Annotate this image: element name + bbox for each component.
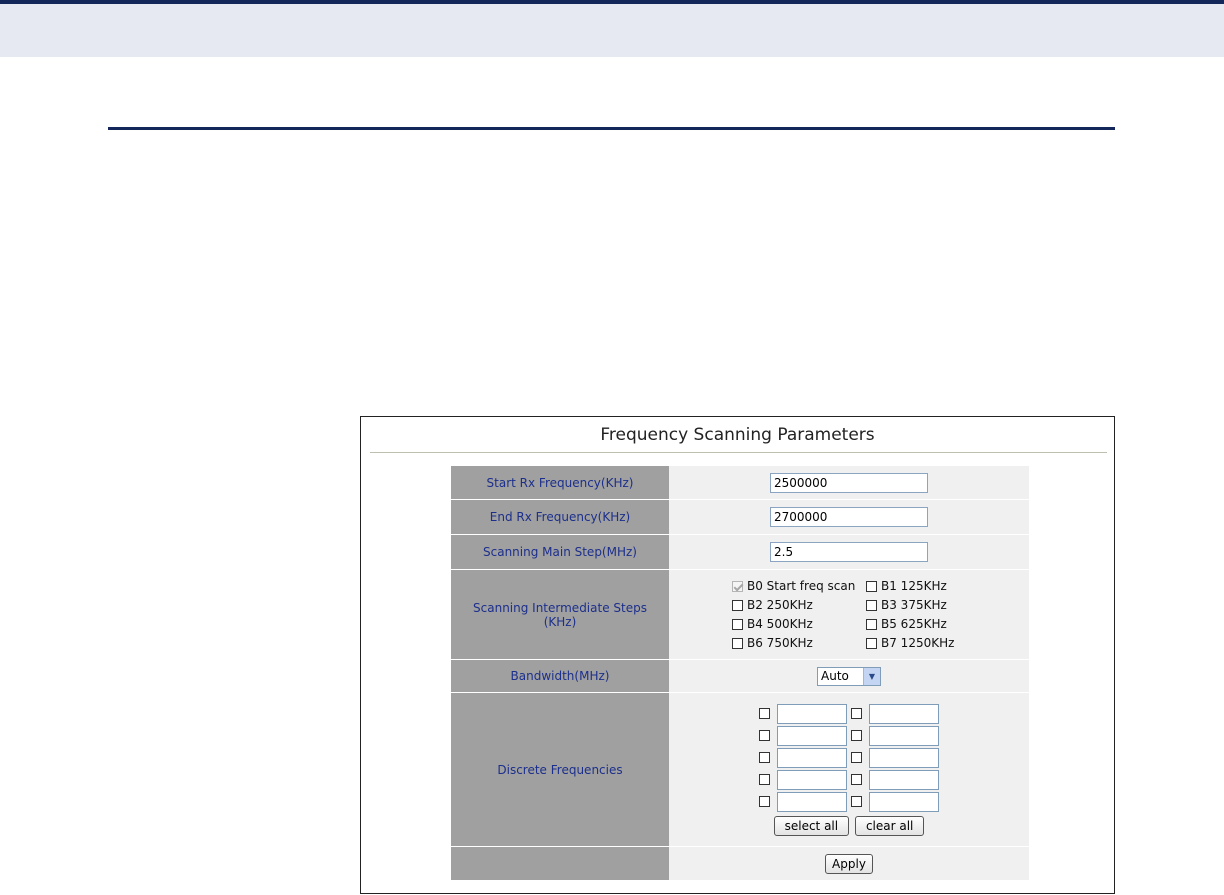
discrete-input-3[interactable] [777, 725, 847, 746]
discrete-input-9[interactable] [777, 791, 847, 812]
discrete-entry-10 [851, 791, 939, 812]
discrete-checkbox-2[interactable] [851, 708, 862, 719]
checkbox-b0[interactable]: B0 Start freq scan [732, 579, 866, 593]
bandwidth-selected-value: Auto [821, 669, 849, 683]
checkbox-b3-box[interactable] [866, 599, 877, 611]
discrete-checkbox-4[interactable] [851, 730, 862, 741]
discrete-checkbox-10[interactable] [851, 796, 862, 807]
main-step-row: Scanning Main Step(MHz) [451, 535, 1029, 569]
checkbox-b3[interactable]: B3 375KHz [866, 598, 966, 612]
discrete-input-7[interactable] [777, 769, 847, 790]
apply-button[interactable]: Apply [825, 853, 873, 874]
discrete-entry-6 [851, 747, 939, 768]
intermediate-steps-row: Scanning Intermediate Steps (KHz) B0 Sta… [451, 570, 1029, 659]
checkbox-b2-box[interactable] [732, 599, 743, 611]
discrete-entry-9 [759, 791, 847, 812]
discrete-entry-3 [759, 725, 847, 746]
discrete-frequencies-row: Discrete Frequencies select all clear al… [451, 693, 1029, 846]
checkbox-b7[interactable]: B7 1250KHz [866, 636, 966, 650]
checkbox-b2[interactable]: B2 250KHz [732, 598, 866, 612]
apply-row-label [451, 847, 669, 880]
start-rx-input[interactable] [770, 472, 928, 493]
discrete-checkbox-9[interactable] [759, 796, 770, 807]
top-header-band [0, 0, 1224, 57]
checkbox-b5-box[interactable] [866, 618, 877, 630]
checkbox-b6-box[interactable] [732, 637, 743, 649]
bandwidth-label: Bandwidth(MHz) [451, 660, 669, 692]
checkbox-b6[interactable]: B6 750KHz [732, 636, 866, 650]
discrete-entry-2 [851, 703, 939, 724]
section-divider [108, 127, 1115, 130]
select-all-button[interactable]: select all [773, 815, 850, 836]
checkbox-b1-box[interactable] [866, 580, 877, 592]
discrete-input-5[interactable] [777, 747, 847, 768]
discrete-checkbox-8[interactable] [851, 774, 862, 785]
start-rx-label: Start Rx Frequency(KHz) [451, 466, 669, 499]
apply-row: Apply [451, 847, 1029, 880]
checkbox-b5[interactable]: B5 625KHz [866, 617, 966, 631]
discrete-checkbox-7[interactable] [759, 774, 770, 785]
end-rx-label: End Rx Frequency(KHz) [451, 500, 669, 534]
frequency-scanning-panel: Frequency Scanning Parameters Start Rx F… [360, 416, 1115, 894]
discrete-input-6[interactable] [869, 747, 939, 768]
checkbox-b7-box[interactable] [866, 637, 877, 649]
discrete-entry-4 [851, 725, 939, 746]
checkbox-b0-box[interactable] [732, 580, 743, 592]
discrete-entry-1 [759, 703, 847, 724]
main-step-label: Scanning Main Step(MHz) [451, 535, 669, 569]
parameters-table: Start Rx Frequency(KHz) End Rx Frequency… [451, 465, 1029, 881]
panel-title-divider [370, 452, 1107, 453]
discrete-frequencies-label: Discrete Frequencies [451, 693, 669, 846]
intermediate-steps-checkboxes: B0 Start freq scan B1 125KHz B2 250KHz B… [669, 579, 1029, 650]
discrete-input-1[interactable] [777, 703, 847, 724]
bandwidth-select[interactable]: Auto ▼ [817, 666, 881, 686]
discrete-input-8[interactable] [869, 769, 939, 790]
discrete-frequencies-grid [669, 703, 1029, 812]
checkbox-b1[interactable]: B1 125KHz [866, 579, 966, 593]
discrete-input-4[interactable] [869, 725, 939, 746]
discrete-checkbox-5[interactable] [759, 752, 770, 763]
discrete-input-10[interactable] [869, 791, 939, 812]
discrete-checkbox-6[interactable] [851, 752, 862, 763]
clear-all-button[interactable]: clear all [854, 815, 925, 836]
discrete-checkbox-1[interactable] [759, 708, 770, 719]
discrete-checkbox-3[interactable] [759, 730, 770, 741]
chevron-down-icon[interactable]: ▼ [863, 667, 880, 685]
discrete-buttons: select all clear all [669, 812, 1029, 836]
start-rx-row: Start Rx Frequency(KHz) [451, 466, 1029, 499]
discrete-entry-7 [759, 769, 847, 790]
checkbox-b4[interactable]: B4 500KHz [732, 617, 866, 631]
discrete-entry-5 [759, 747, 847, 768]
panel-title: Frequency Scanning Parameters [600, 425, 875, 445]
checkbox-b4-box[interactable] [732, 618, 743, 630]
end-rx-row: End Rx Frequency(KHz) [451, 500, 1029, 534]
discrete-input-2[interactable] [869, 703, 939, 724]
end-rx-input[interactable] [770, 507, 928, 527]
discrete-entry-8 [851, 769, 939, 790]
main-step-input[interactable] [770, 542, 928, 562]
bandwidth-row: Bandwidth(MHz) Auto ▼ [451, 660, 1029, 692]
intermediate-steps-label: Scanning Intermediate Steps (KHz) [451, 570, 669, 659]
